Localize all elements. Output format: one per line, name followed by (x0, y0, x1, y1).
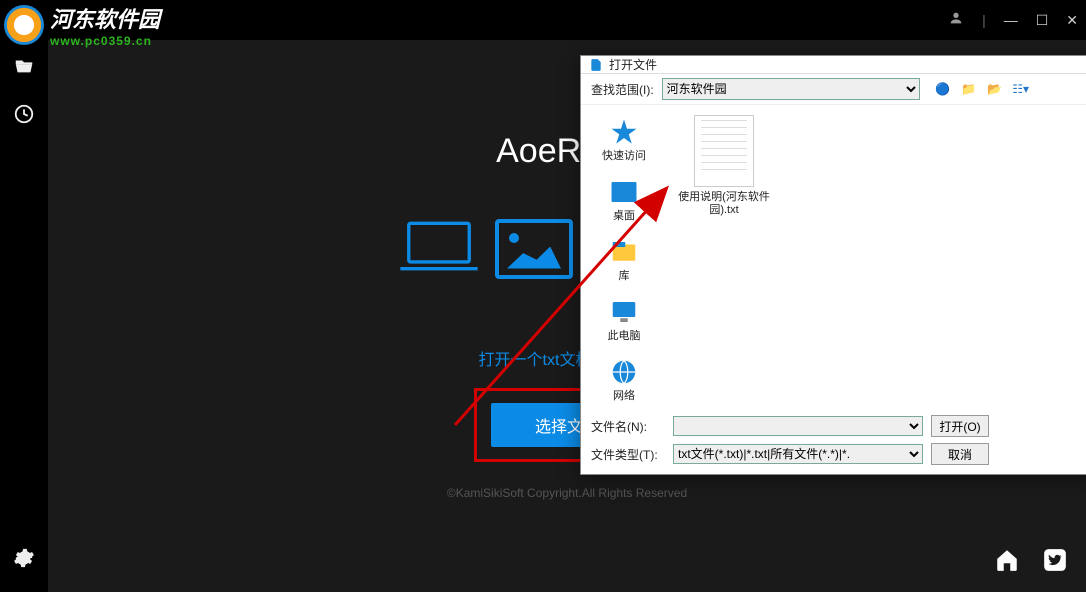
bottom-right-icons (994, 547, 1068, 578)
file-item[interactable]: 使用说明(河东软件园).txt (677, 115, 771, 217)
sidebar-this-pc[interactable]: 此电脑 (581, 291, 667, 349)
title-bar: | — ☐ ✕ (0, 0, 1086, 40)
filetype-select[interactable]: txt文件(*.txt)|*.txt|所有文件(*.*)|*. (673, 444, 923, 464)
laptop-icon (397, 216, 481, 281)
left-sidebar (0, 40, 48, 592)
history-icon[interactable] (8, 98, 40, 130)
file-name-label: 使用说明(河东软件园).txt (677, 191, 771, 217)
filename-input[interactable] (673, 416, 923, 436)
home-icon[interactable] (994, 547, 1020, 578)
open-icon[interactable] (8, 50, 40, 82)
filename-label: 文件名(N): (591, 418, 665, 435)
search-scope-select[interactable]: 河东软件园 (662, 78, 920, 100)
new-folder-icon[interactable]: 📂 (986, 80, 1004, 98)
image-icon (495, 219, 573, 279)
dialog-title-bar[interactable]: 打开文件 (581, 56, 1086, 74)
search-scope-label: 查找范围(I): (591, 81, 654, 98)
user-icon[interactable] (948, 10, 964, 31)
close-button[interactable]: ✕ (1066, 12, 1078, 29)
cancel-button[interactable]: 取消 (931, 443, 989, 465)
txt-file-icon (694, 115, 754, 187)
back-icon[interactable]: 🔵 (934, 80, 952, 98)
file-open-dialog: 打开文件 查找范围(I): 河东软件园 🔵 📁 📂 ☷▾ 快速访问 桌面 库 (580, 55, 1086, 475)
settings-icon[interactable] (8, 542, 40, 574)
maximize-button[interactable]: ☐ (1036, 12, 1049, 29)
open-button[interactable]: 打开(O) (931, 415, 989, 437)
sidebar-desktop[interactable]: 桌面 (581, 171, 667, 229)
dialog-bottom: 文件名(N): 打开(O) 文件类型(T): txt文件(*.txt)|*.tx… (581, 409, 1086, 477)
filetype-label: 文件类型(T): (591, 446, 665, 463)
copyright-text: ©KamiSikiSoft Copyright.All Rights Reser… (447, 486, 687, 500)
sidebar-libraries[interactable]: 库 (581, 231, 667, 289)
view-menu-icon[interactable]: ☷▾ (1012, 80, 1030, 98)
sidebar-quick-access[interactable]: 快速访问 (581, 111, 667, 169)
dialog-sidebar: 快速访问 桌面 库 此电脑 网络 (581, 105, 667, 409)
sidebar-network[interactable]: 网络 (581, 351, 667, 409)
minimize-button[interactable]: — (1004, 12, 1018, 28)
up-icon[interactable]: 📁 (960, 80, 978, 98)
dialog-title: 打开文件 (609, 56, 657, 73)
search-scope-row: 查找范围(I): 河东软件园 🔵 📁 📂 ☷▾ (581, 74, 1086, 104)
dialog-file-list: 使用说明(河东软件园).txt (667, 105, 1086, 409)
twitter-icon[interactable] (1042, 547, 1068, 578)
